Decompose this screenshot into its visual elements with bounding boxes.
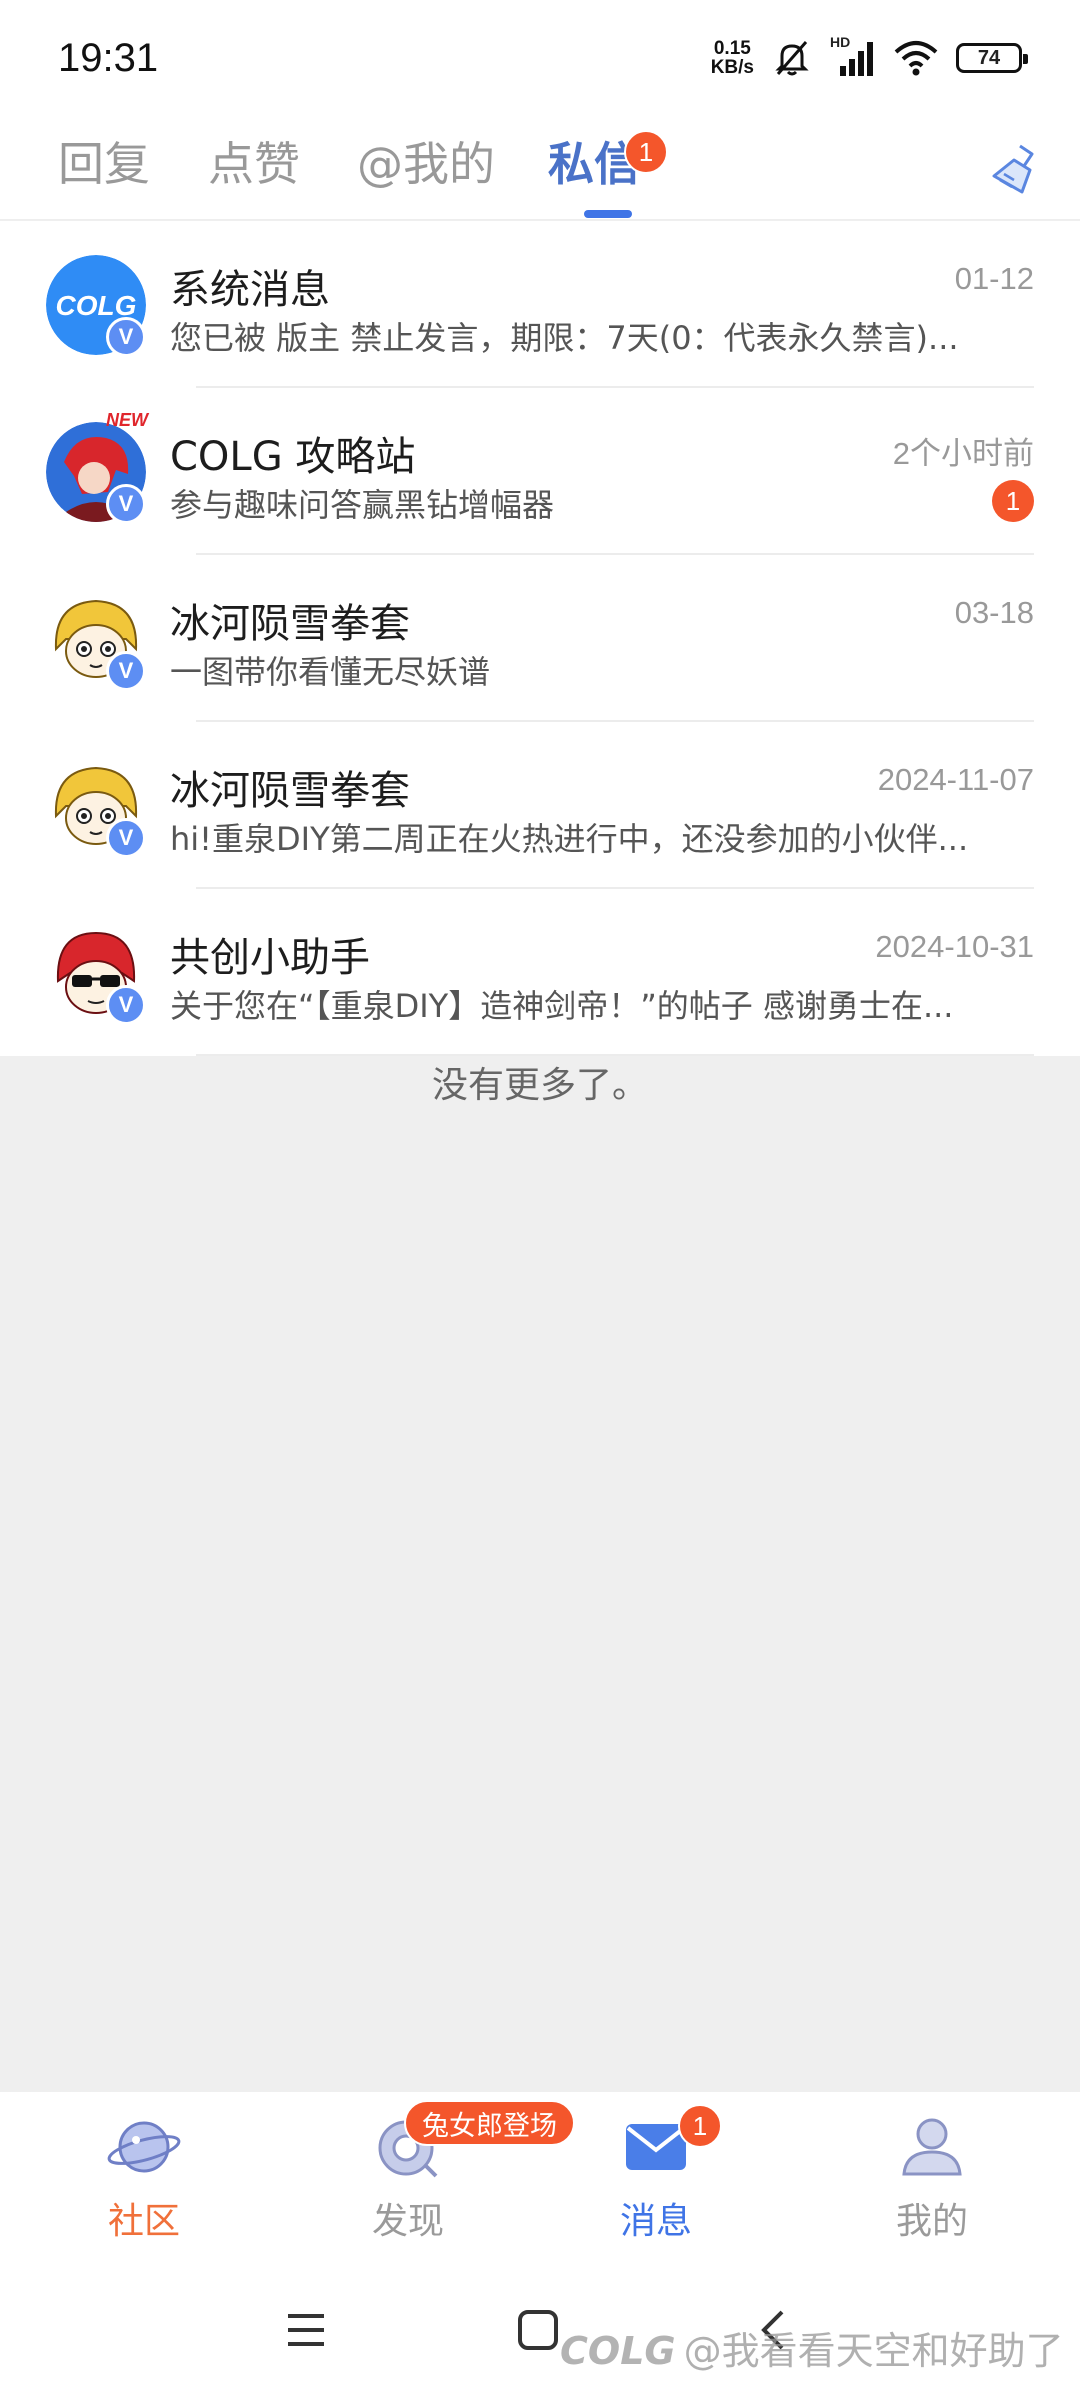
nav-label: 发现 [371,2201,444,2242]
verified-badge-icon: V [106,818,146,858]
nav-profile[interactable]: 我的 [852,2112,1012,2244]
sender-name: 系统消息 [170,267,330,313]
verified-badge-icon: V [106,317,146,357]
message-item[interactable]: V 冰河陨雪拳套 03-18 一图带你看懂无尽妖谱 [0,555,1080,722]
unread-count-badge: 1 [992,480,1034,522]
private-messages-badge: 1 [624,130,668,174]
nav-community[interactable]: 社区 [64,2112,224,2244]
watermark: COLG @我看看天空和好助了 [560,2320,1064,2375]
active-tab-indicator [584,210,632,218]
new-tag-icon: NEW [106,410,150,430]
sender-name: 冰河陨雪拳套 [170,601,410,647]
message-item[interactable]: NEW V COLG 攻略站 2个小时前 参与趣味问答赢黑钻增幅器 1 [0,388,1080,555]
verified-badge-icon: V [106,484,146,524]
message-time: 2024-10-31 [875,929,1034,964]
tab-replies[interactable]: 回复 [58,128,150,194]
broom-icon[interactable] [984,140,1044,200]
watermark-text: @我看看天空和好助了 [683,2329,1064,2373]
nav-label: 消息 [619,2201,692,2242]
message-preview: 关于您在“【重泉DIY】造神剑帝！”的帖子 感谢勇士在... [170,987,954,1025]
wifi-icon [894,41,938,76]
nav-label: 我的 [895,2201,968,2242]
message-preview: 您已被 版主 禁止发言，期限：7天(0：代表永久禁言)... [170,319,959,357]
planet-icon [107,2121,181,2173]
message-item[interactable]: V 冰河陨雪拳套 2024-11-07 hi!重泉DIY第二周正在火热进行中，还… [0,722,1080,889]
messages-badge: 1 [678,2104,722,2148]
promo-tag: 兔女郎登场 [404,2100,575,2146]
verified-badge-icon: V [106,985,146,1025]
signal-icon: HD [830,34,876,78]
menu-icon[interactable] [276,2300,336,2360]
svg-text:NEW: NEW [106,410,150,430]
message-time: 2024-11-07 [877,762,1034,797]
message-item[interactable]: COLG V 系统消息 01-12 您已被 版主 禁止发言，期限：7天(0：代表… [0,221,1080,388]
message-list: COLG V 系统消息 01-12 您已被 版主 禁止发言，期限：7天(0：代表… [0,221,1080,1056]
net-speed-unit: KB/s [710,57,754,78]
message-preview: hi!重泉DIY第二周正在火热进行中，还没参加的小伙伴... [170,820,969,858]
message-preview: 一图带你看懂无尽妖谱 [170,653,491,691]
message-time: 01-12 [954,261,1034,296]
sender-name: COLG 攻略站 [170,434,416,480]
nav-label: 社区 [107,2201,180,2242]
sender-name: 共创小助手 [170,935,370,981]
net-speed-value: 0.15 [713,38,751,59]
tab-likes[interactable]: 点赞 [208,128,300,194]
mute-bell-icon [775,41,809,76]
watermark-logo: COLG [560,2329,676,2373]
bottom-nav: 社区 发现 兔女郎登场 消息 1 我的 [0,2092,1080,2260]
message-item[interactable]: V 共创小助手 2024-10-31 关于您在“【重泉DIY】造神剑帝！”的帖子… [0,889,1080,1056]
home-icon[interactable] [508,2300,568,2360]
tab-mentions[interactable]: @我的 [357,128,495,194]
message-time: 2个小时前 [892,436,1034,471]
list-end-text: 没有更多了。 [431,1065,648,1106]
network-speed: 0.15 KB/s [711,39,754,77]
status-icons: 0.15 KB/s HD 74 [711,34,1028,78]
verified-badge-icon: V [106,651,146,691]
sender-name: 冰河陨雪拳套 [170,768,410,814]
status-bar: 19:31 0.15 KB/s HD 74 [0,0,1080,120]
message-preview: 参与趣味问答赢黑钻增幅器 [170,486,555,524]
status-time: 19:31 [58,36,159,80]
battery-icon: 74 [956,43,1028,73]
message-time: 03-18 [954,595,1034,630]
profile-icon [902,2118,962,2176]
message-tabs: 回复 点赞 @我的 私信 1 [0,120,1080,220]
